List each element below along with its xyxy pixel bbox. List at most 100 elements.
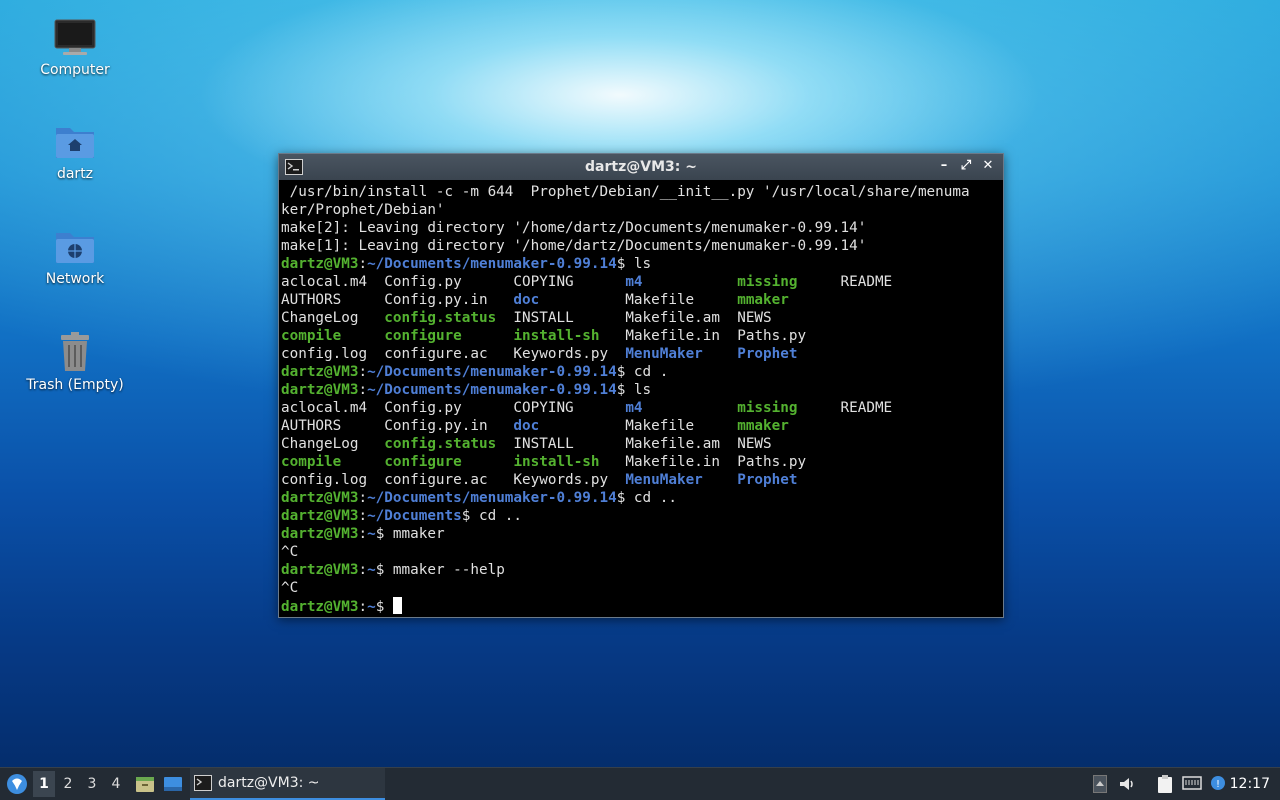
terminal-text: ~/Documents/menumaker-0.99.14	[367, 490, 617, 506]
terminal-line: /usr/bin/install -c -m 644 Prophet/Debia…	[281, 183, 1001, 201]
task-label: dartz@VM3: ~	[218, 775, 320, 791]
terminal-text: mmaker	[737, 292, 789, 308]
svg-text:!: !	[1216, 779, 1220, 790]
terminal-text: compile	[281, 328, 342, 344]
terminal-text: $ cd ..	[616, 490, 677, 506]
terminal-text: dartz@VM3	[281, 256, 359, 272]
terminal-line: dartz@VM3:~$	[281, 597, 1001, 615]
terminal-line: dartz@VM3:~$ mmaker	[281, 525, 1001, 543]
terminal-text: README	[797, 400, 893, 416]
terminal-text: make[2]: Leaving directory '/home/dartz/…	[281, 220, 867, 236]
terminal-text: aclocal.m4 Config.py COPYING	[281, 400, 626, 416]
terminal-text: mmaker	[737, 418, 789, 434]
maximize-button[interactable]: ⤢	[957, 157, 975, 175]
home-folder-icon	[56, 128, 94, 158]
window-titlebar[interactable]: dartz@VM3: ~ – ⤢ ✕	[279, 154, 1003, 180]
terminal-text: dartz@VM3	[281, 599, 359, 615]
terminal-text: dartz@VM3	[281, 526, 359, 542]
terminal-text: dartz@VM3	[281, 364, 359, 380]
clock[interactable]: 12:17	[1230, 768, 1270, 800]
terminal-text: Prophet	[737, 346, 798, 362]
terminal-text: :	[358, 364, 368, 380]
workspace-4[interactable]: 4	[105, 768, 127, 800]
volume-button[interactable]	[1116, 768, 1138, 800]
eject-arrow-icon	[1093, 775, 1107, 793]
terminal-text: :	[358, 526, 368, 542]
desktop-icon-computer[interactable]: Computer	[20, 18, 130, 78]
terminal-text: ChangeLog	[281, 310, 385, 326]
desktop-icon-label: dartz	[56, 166, 94, 182]
terminal-line: dartz@VM3:~/Documents$ cd ..	[281, 507, 1001, 525]
close-button[interactable]: ✕	[979, 157, 997, 175]
terminal-text: ker/Prophet/Debian'	[281, 202, 445, 218]
terminal-text: :	[358, 256, 368, 272]
terminal-text: AUTHORS Config.py.in	[281, 292, 514, 308]
terminal-line: compile configure install-sh Makefile.in…	[281, 453, 1001, 471]
terminal-text: $ cd .	[616, 364, 669, 380]
terminal-text: ~/Documents	[367, 508, 462, 524]
terminal-text: ~/Documents/menumaker-0.99.14	[367, 256, 617, 272]
terminal-window[interactable]: dartz@VM3: ~ – ⤢ ✕ /usr/bin/install -c -…	[278, 153, 1004, 618]
terminal-text: dartz@VM3	[281, 562, 359, 578]
terminal-text: ChangeLog	[281, 436, 385, 452]
terminal-text: :	[358, 490, 368, 506]
terminal-line: ChangeLog config.status INSTALL Makefile…	[281, 435, 1001, 453]
file-cabinet-icon	[136, 777, 154, 792]
terminal-line: ker/Prophet/Debian'	[281, 201, 1001, 219]
taskbar-task-terminal[interactable]: dartz@VM3: ~	[190, 768, 385, 800]
trash-icon	[61, 332, 89, 371]
terminal-text: doc	[513, 418, 540, 434]
show-desktop-button[interactable]	[161, 768, 185, 800]
terminal-line: make[2]: Leaving directory '/home/dartz/…	[281, 219, 1001, 237]
terminal-text: configure	[384, 454, 462, 470]
terminal-text: config.status	[384, 310, 497, 326]
terminal-line: ^C	[281, 579, 1001, 597]
taskbar: 1 2 3 4 dartz@VM3: ~ ! 12:17	[0, 767, 1280, 800]
tray-expand-button[interactable]	[1090, 768, 1110, 800]
terminal-line: config.log configure.ac Keywords.py Menu…	[281, 471, 1001, 489]
app-menu-button[interactable]	[4, 768, 30, 800]
terminal-text: $	[375, 599, 393, 615]
terminal-text: ^C	[281, 580, 299, 596]
terminal-text: ~	[367, 599, 376, 615]
updates-button[interactable]: !	[1207, 768, 1229, 800]
terminal-line: dartz@VM3:~/Documents/menumaker-0.99.14$…	[281, 381, 1001, 399]
terminal-line: compile configure install-sh Makefile.in…	[281, 327, 1001, 345]
terminal-text: :	[358, 562, 368, 578]
terminal-text: Makefile	[539, 418, 738, 434]
terminal-line: aclocal.m4 Config.py COPYING m4 missing …	[281, 273, 1001, 291]
terminal-text: ~/Documents/menumaker-0.99.14	[367, 382, 617, 398]
terminal-output[interactable]: /usr/bin/install -c -m 644 Prophet/Debia…	[281, 183, 1001, 615]
terminal-text: config.log configure.ac Keywords.py	[281, 472, 626, 488]
desktop-icon-home[interactable]: dartz	[20, 122, 130, 182]
file-manager-launcher[interactable]	[133, 768, 157, 800]
desktop-icon-trash[interactable]: Trash (Empty)	[20, 331, 130, 393]
clipboard-button[interactable]	[1154, 768, 1176, 800]
terminal-line: dartz@VM3:~/Documents/menumaker-0.99.14$…	[281, 255, 1001, 273]
terminal-text: /usr/bin/install -c -m 644 Prophet/Debia…	[281, 184, 970, 200]
desktop-icon-label: Network	[45, 271, 105, 287]
workspace-3[interactable]: 3	[81, 768, 103, 800]
workspace-2[interactable]: 2	[57, 768, 79, 800]
terminal-text: install-sh	[513, 454, 600, 470]
minimize-button[interactable]: –	[935, 157, 953, 175]
terminal-text: missing	[737, 400, 798, 416]
workspace-1[interactable]: 1	[33, 771, 55, 797]
desktop-icon-network[interactable]: Network	[20, 227, 130, 287]
terminal-text: Makefile.in Paths.py	[599, 454, 807, 470]
terminal-text: compile	[281, 454, 342, 470]
desktop-icon	[164, 777, 182, 791]
terminal-text: $ cd ..	[461, 508, 523, 524]
terminal-text: ^C	[281, 544, 299, 560]
network-status-button[interactable]	[1180, 768, 1204, 800]
terminal-text: Makefile	[539, 292, 738, 308]
terminal-text: Makefile.in Paths.py	[599, 328, 807, 344]
terminal-text: ~	[367, 526, 376, 542]
info-notification-icon: !	[1211, 776, 1225, 790]
terminal-text: install-sh	[513, 328, 600, 344]
desktop-icon-label: Trash (Empty)	[26, 377, 124, 393]
